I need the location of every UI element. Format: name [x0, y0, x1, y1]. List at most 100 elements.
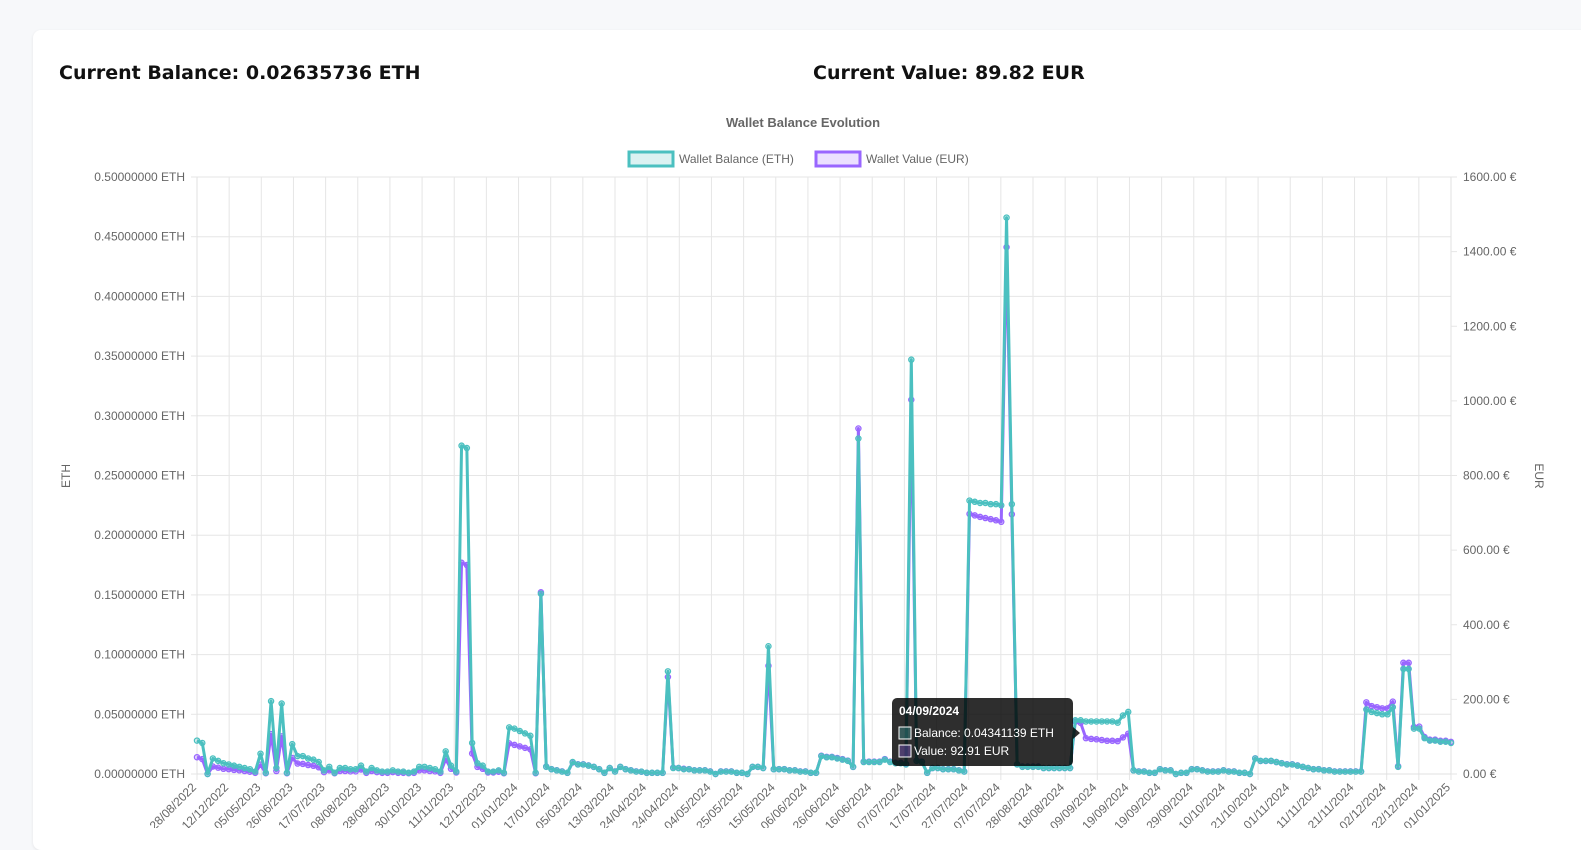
data-point-balance[interactable]	[1447, 739, 1455, 747]
data-point-balance[interactable]	[304, 755, 312, 762]
data-point-value[interactable]	[855, 425, 862, 432]
data-point-balance[interactable]	[251, 768, 259, 775]
data-point-balance[interactable]	[648, 769, 656, 777]
data-point-balance[interactable]	[532, 769, 539, 777]
data-point-balance[interactable]	[833, 755, 841, 762]
data-point-balance[interactable]	[1357, 768, 1365, 775]
data-point-value[interactable]	[220, 765, 227, 773]
data-point-balance[interactable]	[273, 764, 280, 772]
data-point-balance[interactable]	[1400, 665, 1407, 673]
data-point-balance[interactable]	[929, 764, 936, 772]
data-point-balance[interactable]	[950, 765, 957, 773]
data-point-balance[interactable]	[955, 767, 963, 774]
data-point-balance[interactable]	[458, 442, 465, 449]
data-point-balance[interactable]	[389, 767, 397, 774]
data-point-balance[interactable]	[511, 725, 518, 732]
data-point-balance[interactable]	[490, 768, 497, 775]
data-point-balance[interactable]	[781, 765, 788, 773]
data-point-balance[interactable]	[1156, 765, 1164, 773]
data-point-balance[interactable]	[1072, 717, 1079, 724]
data-point-balance[interactable]	[643, 769, 650, 777]
data-point-balance[interactable]	[733, 769, 740, 777]
data-point-balance[interactable]	[368, 764, 375, 772]
data-point-balance[interactable]	[706, 768, 714, 775]
data-point-balance[interactable]	[495, 767, 502, 774]
data-point-balance[interactable]	[775, 765, 783, 773]
data-point-balance[interactable]	[267, 697, 275, 705]
data-point-balance[interactable]	[1082, 718, 1090, 725]
data-point-balance[interactable]	[585, 762, 592, 769]
data-point-balance[interactable]	[749, 763, 756, 771]
data-point-balance[interactable]	[627, 767, 635, 774]
data-point-balance[interactable]	[463, 444, 471, 452]
data-point-balance[interactable]	[1426, 737, 1434, 744]
data-point-balance[interactable]	[987, 500, 994, 508]
data-point-balance[interactable]	[1193, 765, 1201, 773]
data-point-balance[interactable]	[770, 765, 777, 773]
series-line-value[interactable]	[196, 245, 1452, 776]
chart-legend[interactable]: Wallet Balance (ETH) Wallet Value (EUR)	[627, 150, 969, 168]
data-point-balance[interactable]	[1236, 769, 1243, 777]
legend-item-value[interactable]: Wallet Value (EUR)	[814, 150, 969, 168]
data-point-balance[interactable]	[580, 761, 587, 768]
data-point-balance[interactable]	[1093, 718, 1100, 725]
data-point-balance[interactable]	[1135, 768, 1143, 775]
data-point-balance[interactable]	[1384, 711, 1391, 718]
data-point-balance[interactable]	[1310, 765, 1317, 773]
data-point-balance[interactable]	[542, 763, 550, 771]
data-point-balance[interactable]	[1124, 708, 1132, 716]
data-point-balance[interactable]	[410, 768, 418, 775]
data-point-balance[interactable]	[341, 764, 349, 772]
data-point-balance[interactable]	[204, 770, 211, 778]
data-point-balance[interactable]	[982, 499, 989, 507]
data-point-balance[interactable]	[876, 758, 883, 766]
data-point-value[interactable]	[521, 744, 529, 752]
data-point-value[interactable]	[1405, 659, 1412, 667]
data-point-balance[interactable]	[1146, 769, 1153, 777]
data-point-value[interactable]	[1119, 734, 1127, 741]
data-point-balance[interactable]	[474, 760, 481, 767]
data-point-balance[interactable]	[294, 752, 301, 760]
data-point-balance[interactable]	[527, 732, 534, 740]
data-point-value[interactable]	[516, 743, 524, 750]
data-point-balance[interactable]	[1246, 770, 1254, 778]
data-point-balance[interactable]	[717, 768, 725, 775]
data-point-value[interactable]	[1082, 734, 1090, 742]
data-point-balance[interactable]	[363, 768, 370, 775]
data-point-balance[interactable]	[453, 768, 460, 775]
data-point-balance[interactable]	[754, 763, 762, 771]
data-point-balance[interactable]	[828, 754, 836, 761]
data-point-balance[interactable]	[786, 767, 793, 774]
data-point-balance[interactable]	[257, 750, 264, 757]
data-point-balance[interactable]	[992, 500, 1000, 508]
data-point-balance[interactable]	[236, 763, 243, 771]
data-point-balance[interactable]	[1262, 757, 1270, 765]
data-point-balance[interactable]	[283, 769, 291, 777]
data-point-balance[interactable]	[500, 769, 508, 777]
data-point-balance[interactable]	[1003, 214, 1010, 221]
data-point-balance[interactable]	[1130, 767, 1137, 774]
data-point-balance[interactable]	[415, 763, 423, 771]
data-point-balance[interactable]	[802, 768, 809, 775]
data-point-balance[interactable]	[516, 727, 524, 735]
data-point-balance[interactable]	[1241, 769, 1248, 777]
data-point-balance[interactable]	[701, 767, 709, 774]
data-point-balance[interactable]	[1066, 764, 1074, 772]
data-point-balance[interactable]	[352, 765, 359, 773]
data-point-balance[interactable]	[796, 768, 804, 775]
data-point-value[interactable]	[1368, 702, 1375, 710]
data-point-value[interactable]	[1098, 736, 1106, 744]
data-point-value[interactable]	[998, 518, 1005, 526]
data-point-balance[interactable]	[939, 765, 947, 773]
data-point-value[interactable]	[299, 760, 307, 768]
data-point-balance[interactable]	[558, 768, 566, 775]
data-point-balance[interactable]	[849, 763, 857, 771]
data-point-balance[interactable]	[812, 769, 820, 777]
data-point-balance[interactable]	[807, 769, 815, 777]
data-point-balance[interactable]	[1225, 768, 1233, 775]
data-point-balance[interactable]	[1278, 760, 1285, 767]
data-point-balance[interactable]	[241, 764, 248, 772]
data-point-balance[interactable]	[659, 769, 666, 777]
data-point-balance[interactable]	[1352, 768, 1360, 775]
data-point-balance[interactable]	[1230, 768, 1238, 775]
